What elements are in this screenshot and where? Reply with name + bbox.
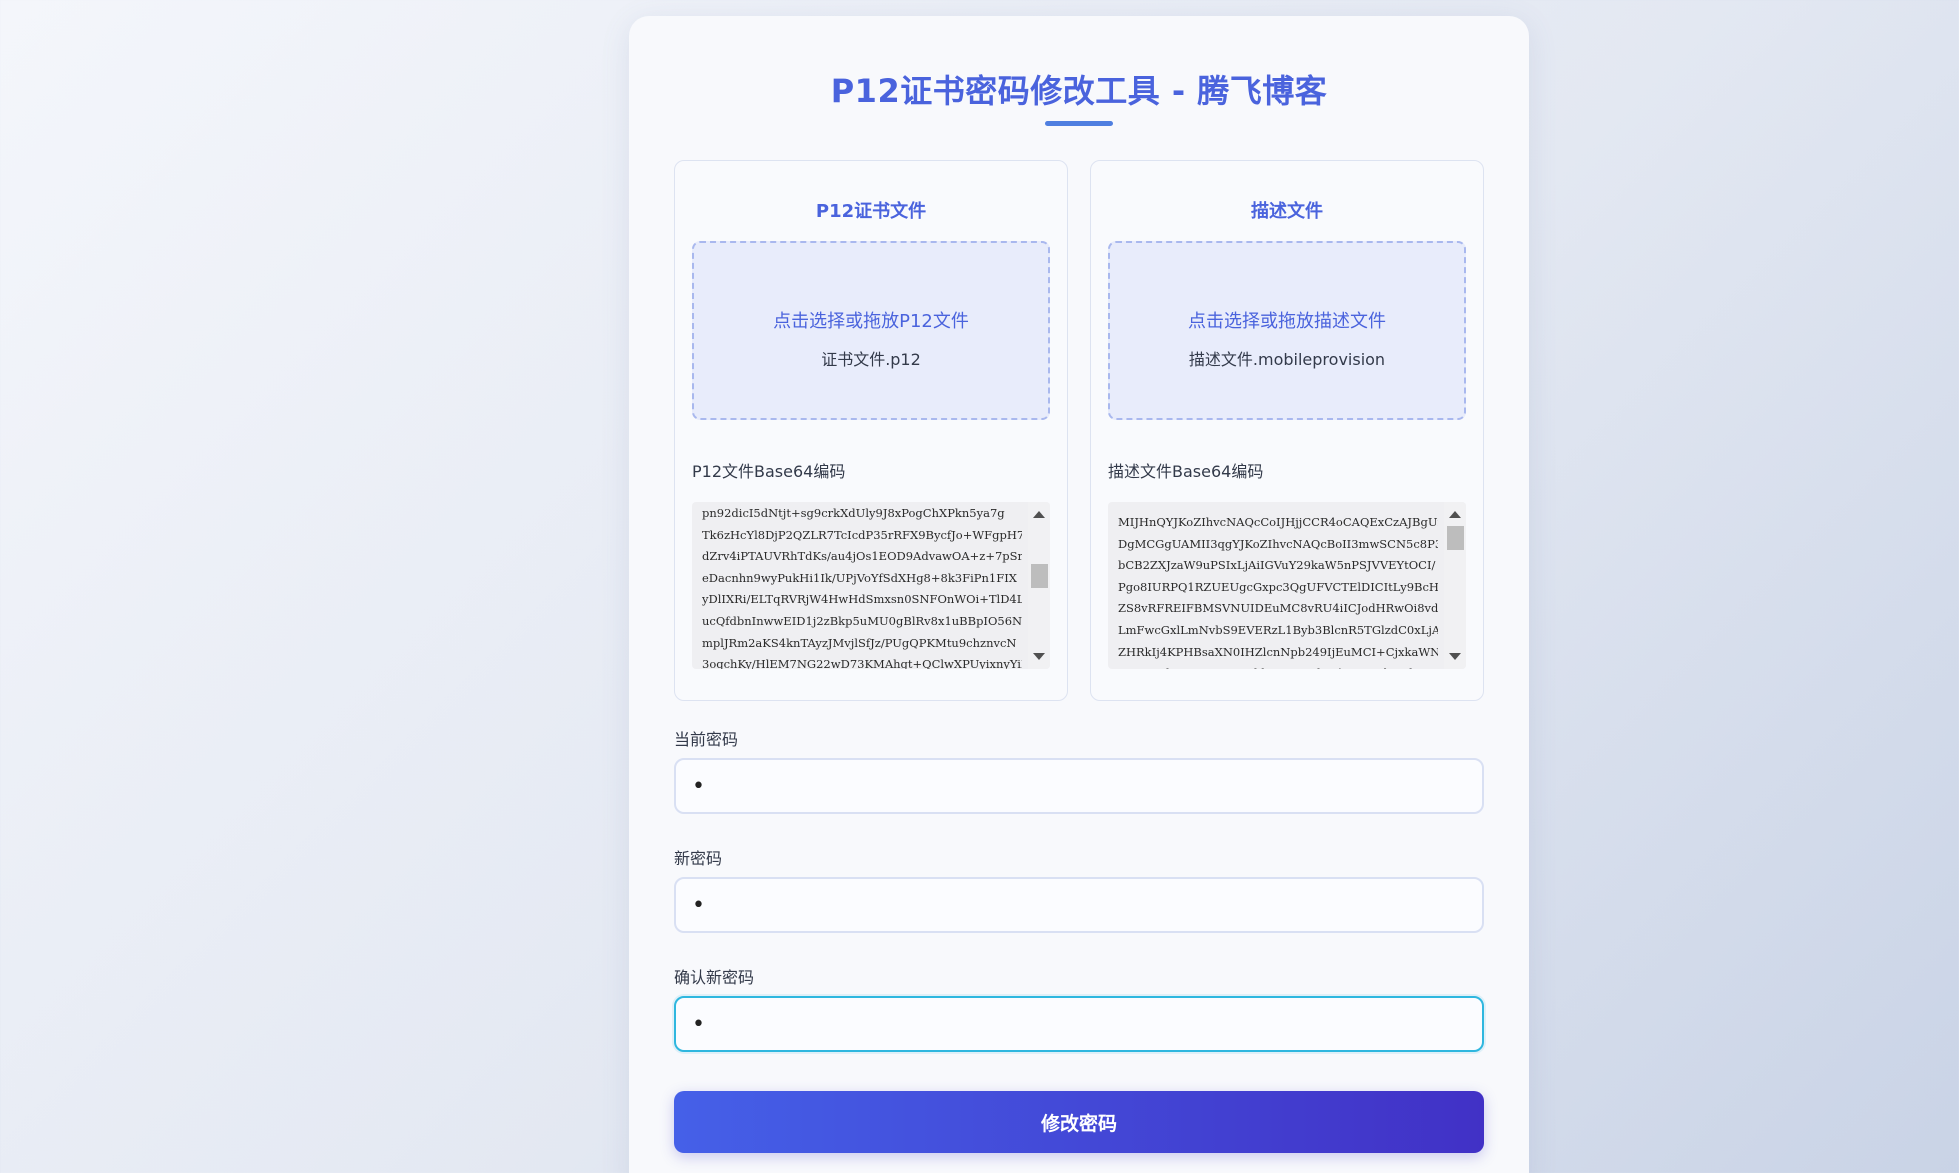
main-card: P12证书密码修改工具 - 腾飞博客 P12证书文件 点击选择或拖放P12文件 … — [629, 16, 1529, 1173]
p12-base64-scrollbar[interactable] — [1028, 502, 1050, 669]
new-password-label: 新密码 — [674, 849, 723, 868]
confirm-password-input[interactable] — [674, 996, 1484, 1052]
scroll-up-arrow-icon[interactable] — [1449, 511, 1461, 518]
p12-dropzone[interactable]: 点击选择或拖放P12文件 证书文件.p12 — [692, 241, 1050, 420]
p12-file-name: 证书文件.p12 — [821, 350, 921, 369]
current-password-input[interactable] — [674, 758, 1484, 814]
scroll-down-arrow-icon[interactable] — [1449, 653, 1461, 660]
mobileprovision-dropzone[interactable]: 点击选择或拖放描述文件 描述文件.mobileprovision — [1108, 241, 1466, 420]
scroll-thumb[interactable] — [1031, 564, 1048, 588]
p12-panel-title: P12证书文件 — [815, 201, 927, 222]
p12-panel: P12证书文件 点击选择或拖放P12文件 证书文件.p12 P12文件Base6… — [674, 160, 1068, 701]
p12-base64-label: P12文件Base64编码 — [692, 462, 846, 481]
change-password-button[interactable]: 修改密码 — [674, 1091, 1484, 1153]
mobileprovision-panel: 描述文件 点击选择或拖放描述文件 描述文件.mobileprovision 描述… — [1090, 160, 1484, 701]
page-title: P12证书密码修改工具 - 腾飞博客 — [830, 72, 1328, 110]
mobileprovision-dropzone-text: 点击选择或拖放描述文件 — [1188, 311, 1386, 332]
current-password-label: 当前密码 — [674, 730, 739, 749]
scroll-down-arrow-icon[interactable] — [1033, 653, 1045, 660]
scroll-thumb[interactable] — [1447, 526, 1464, 550]
p12-dropzone-text: 点击选择或拖放P12文件 — [773, 311, 969, 332]
scroll-up-arrow-icon[interactable] — [1033, 511, 1045, 518]
confirm-password-label: 确认新密码 — [674, 968, 755, 987]
new-password-input[interactable] — [674, 877, 1484, 933]
title-underline — [1045, 121, 1113, 126]
mobileprovision-base64-content: MIJHnQYJKoZIhvcNAQcCoIJHjjCCR4oCAQExCzAJ… — [1118, 515, 1438, 669]
mobileprovision-panel-title: 描述文件 — [1251, 201, 1323, 222]
mobileprovision-file-name: 描述文件.mobileprovision — [1188, 350, 1386, 369]
mobileprovision-base64-scrollbar[interactable] — [1444, 502, 1466, 669]
mobileprovision-base64-textarea[interactable]: MIJHnQYJKoZIhvcNAQcCoIJHjjCCR4oCAQExCzAJ… — [1108, 502, 1466, 669]
p12-base64-textarea[interactable]: pn92dicI5dNtjt+sg9crkXdUly9J8xPogChXPkn5… — [692, 502, 1050, 669]
p12-base64-content: pn92dicI5dNtjt+sg9crkXdUly9J8xPogChXPkn5… — [702, 506, 1022, 669]
mobileprovision-base64-label: 描述文件Base64编码 — [1108, 462, 1264, 481]
